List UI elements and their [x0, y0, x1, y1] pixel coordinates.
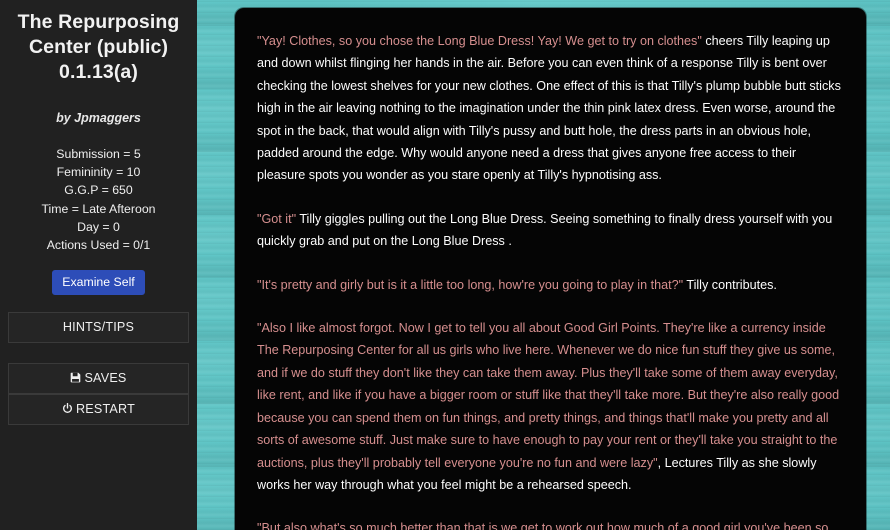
sidebar: The Repurposing Center (public) 0.1.13(a… [0, 0, 197, 530]
main-content-area: "Yay! Clothes, so you chose the Long Blu… [197, 0, 890, 530]
story-paragraph: "It's pretty and girly but is it a littl… [257, 274, 846, 296]
player-stats: Submission = 5 Femininity = 10 G.G.P = 6… [8, 145, 189, 254]
dialogue-text: "It's pretty and girly but is it a littl… [257, 277, 684, 292]
stat-time: Time = Late Afteroon [41, 201, 156, 216]
story-paragraph: "Got it" Tilly giggles pulling out the L… [257, 208, 846, 253]
dialogue-text: "But also what's so much better than tha… [257, 521, 829, 530]
game-title-line-1: The Repurposing [17, 11, 180, 33]
story-paragraph: "But also what's so much better than tha… [257, 517, 846, 530]
game-window: The Repurposing Center (public) 0.1.13(a… [0, 0, 890, 530]
dialogue-text: "Yay! Clothes, so you chose the Long Blu… [257, 34, 702, 48]
restart-button[interactable]: RESTART [8, 394, 189, 426]
stat-actions-used: Actions Used = 0/1 [46, 238, 151, 253]
examine-self-container: Examine Self [8, 270, 189, 296]
game-version: 0.1.13(a) [59, 61, 138, 83]
story-panel: "Yay! Clothes, so you chose the Long Blu… [235, 8, 866, 530]
saves-button-label: SAVES [84, 371, 127, 386]
narration-text: Tilly contributes. [683, 277, 777, 292]
stat-femininity: Femininity = 10 [56, 165, 141, 180]
game-author: by Jpmaggers [56, 111, 141, 125]
narration-text: Tilly giggles pulling out the Long Blue … [257, 211, 833, 249]
power-icon [62, 403, 73, 414]
floppy-disk-icon [70, 372, 81, 383]
story-paragraph: "Also I like almost forgot. Now I get to… [257, 317, 846, 496]
game-title: The Repurposing Center (public) 0.1.13(a… [8, 10, 189, 85]
restart-button-label: RESTART [75, 402, 135, 417]
game-title-line-2: Center (public) [28, 36, 169, 58]
narration-text: cheers Tilly leaping up and down whilst … [257, 34, 841, 183]
dialogue-text: "Got it" [257, 211, 297, 226]
dialogue-text: "Also I like almost forgot. Now I get to… [257, 321, 840, 470]
hints-tips-button[interactable]: HINTS/TIPS [8, 312, 189, 344]
saves-button[interactable]: SAVES [8, 363, 189, 395]
stat-submission: Submission = 5 [56, 147, 141, 161]
story-paragraph: "Yay! Clothes, so you chose the Long Blu… [257, 30, 846, 187]
examine-self-button[interactable]: Examine Self [52, 270, 145, 296]
stat-day: Day = 0 [77, 219, 120, 234]
stat-ggp: G.G.P = 650 [64, 183, 133, 198]
